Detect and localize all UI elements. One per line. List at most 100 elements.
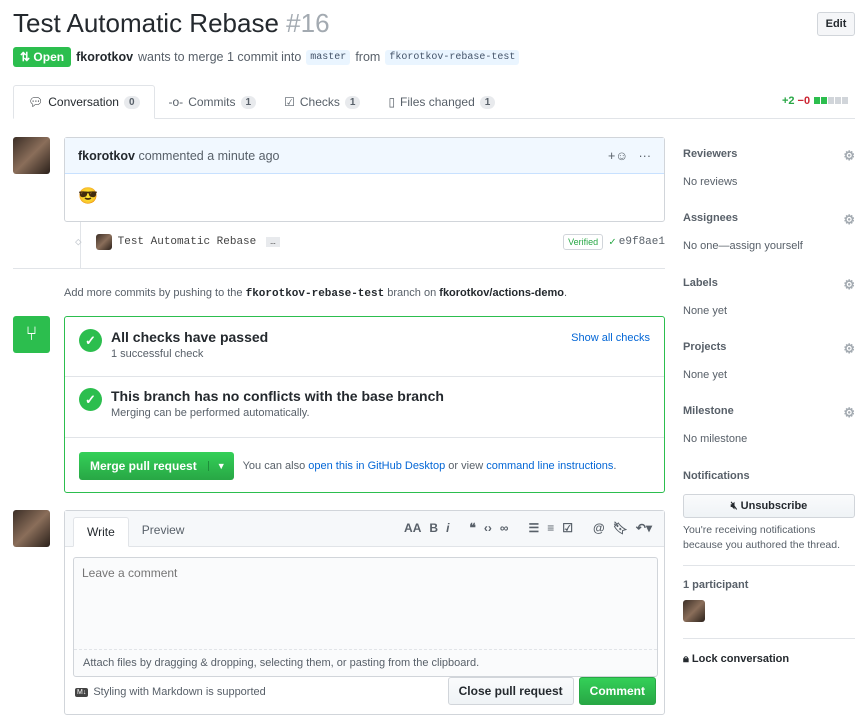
- labels-title[interactable]: Labels: [683, 277, 718, 293]
- author-link[interactable]: fkorotkov: [76, 50, 133, 64]
- pr-open-icon: ⇅: [20, 50, 31, 64]
- branch-name: fkorotkov-rebase-test: [245, 288, 385, 300]
- assignees-title[interactable]: Assignees: [683, 212, 738, 228]
- expand-commit-button[interactable]: …: [266, 237, 280, 247]
- sidebar-labels: Labels ⚙ None yet: [683, 277, 855, 317]
- file-diff-icon: ▯: [388, 95, 396, 109]
- unordered-list-icon[interactable]: ☰: [528, 521, 539, 535]
- quote-icon[interactable]: ❝: [469, 521, 475, 535]
- attach-files-hint[interactable]: Attach files by dragging & dropping, sel…: [74, 653, 657, 673]
- diffstat-bar: [813, 95, 849, 107]
- markdown-icon: M↓: [75, 687, 89, 697]
- divider: [13, 268, 665, 269]
- header-icon[interactable]: AA: [404, 521, 421, 535]
- tab-count: 1: [344, 95, 361, 109]
- base-branch[interactable]: master: [306, 49, 351, 65]
- merge-alternatives: You can also open this in GitHub Desktop…: [242, 460, 617, 472]
- comment-icon: 💬︎: [28, 95, 44, 109]
- notifications-reason: You're receiving notifications because y…: [683, 524, 841, 551]
- conflicts-title: This branch has no conflicts with the ba…: [111, 388, 444, 404]
- add-reaction-icon[interactable]: +☺: [608, 149, 628, 163]
- pr-tabs: 💬︎ Conversation 0 -o- Commits 1 ☑ Checks 1 ▯ Fi…: [13, 85, 855, 119]
- close-pull-request-button[interactable]: Close pull request: [447, 677, 574, 705]
- page-title: Test Automatic Rebase #16: [13, 8, 330, 39]
- comment-editor: Write Preview AA Bi ❝ ‹› ∞ ☰ ≡ ☑ @ 🔖︎ ↶▾ Attach…: [64, 510, 665, 715]
- sidebar-participants: 1 participant: [683, 579, 855, 622]
- open-desktop-link[interactable]: open this in GitHub Desktop: [308, 460, 445, 472]
- commit-message[interactable]: Test Automatic Rebase: [118, 236, 257, 248]
- head-branch[interactable]: fkorotkov-rebase-test: [385, 49, 520, 65]
- gear-icon[interactable]: ⚙: [843, 212, 855, 228]
- bold-icon[interactable]: B: [429, 521, 438, 535]
- add-more-commits-text: Add more commits by pushing to the fkoro…: [64, 287, 568, 300]
- link-icon[interactable]: ∞: [500, 521, 509, 535]
- command-line-link[interactable]: command line instructions: [486, 460, 613, 472]
- commit-row: ◇ Test Automatic Rebase … Verified ✓ e9f…: [75, 234, 665, 250]
- lock-conversation-link[interactable]: 🔒︎ Lock conversation: [683, 653, 855, 666]
- bookmark-icon[interactable]: 🔖︎: [613, 521, 628, 535]
- lock-label: Lock conversation: [691, 653, 790, 665]
- italic-icon[interactable]: i: [446, 521, 449, 535]
- tab-label: Checks: [299, 95, 340, 109]
- tab-preview[interactable]: Preview: [129, 516, 198, 546]
- checks-subtitle: 1 successful check: [111, 348, 204, 360]
- pr-meta: ⇅ Open fkorotkov wants to merge 1 commit…: [13, 47, 520, 67]
- show-all-checks-link[interactable]: Show all checks: [571, 332, 650, 344]
- participants-title: 1 participant: [683, 579, 749, 591]
- sidebar-milestone: Milestone ⚙ No milestone: [683, 405, 855, 445]
- milestone-value: No milestone: [683, 433, 748, 445]
- commit-avatar[interactable]: [95, 234, 112, 250]
- markdown-link[interactable]: Styling with Markdown is supported: [93, 686, 265, 698]
- tab-files-changed[interactable]: ▯ Files changed 1: [374, 85, 509, 119]
- comment-timestamp: commented a minute ago: [138, 148, 280, 163]
- comment-button[interactable]: Comment: [578, 677, 656, 705]
- gear-icon[interactable]: ⚙: [843, 277, 855, 293]
- edit-button[interactable]: Edit: [817, 12, 855, 36]
- sidebar-projects: Projects ⚙ None yet: [683, 341, 855, 381]
- git-merge-icon: ⑂: [13, 316, 50, 353]
- more-options-icon[interactable]: ···: [639, 149, 652, 163]
- assignees-value[interactable]: No one—assign yourself: [683, 240, 855, 252]
- check-circle-icon: ✓: [79, 388, 102, 411]
- checks-title: All checks have passed: [111, 329, 269, 345]
- conflicts-subtitle: Merging can be performed automatically.: [111, 407, 310, 419]
- tab-label: Conversation: [48, 95, 119, 109]
- unsubscribe-button[interactable]: 🔇︎ Unsubscribe: [683, 494, 855, 518]
- ordered-list-icon[interactable]: ≡: [547, 521, 554, 535]
- commit-icon: -o-: [168, 95, 184, 109]
- tab-conversation[interactable]: 💬︎ Conversation 0: [13, 85, 155, 119]
- markdown-toolbar: AA Bi ❝ ‹› ∞ ☰ ≡ ☑ @ 🔖︎ ↶▾: [404, 521, 652, 535]
- task-list-icon[interactable]: ☑: [562, 521, 573, 535]
- divider: [683, 565, 855, 566]
- gear-icon[interactable]: ⚙: [843, 148, 855, 164]
- merge-pull-request-button[interactable]: Merge pull request: [79, 459, 208, 473]
- tab-count: 0: [123, 95, 140, 109]
- mention-icon[interactable]: @: [593, 521, 605, 535]
- comment-input[interactable]: [74, 558, 657, 650]
- reviewers-title[interactable]: Reviewers: [683, 148, 737, 164]
- comment-author[interactable]: fkorotkov: [78, 149, 135, 163]
- tab-write[interactable]: Write: [73, 517, 129, 547]
- code-icon[interactable]: ‹›: [484, 521, 492, 535]
- participant-avatar[interactable]: [683, 600, 705, 622]
- sidebar-notifications: Notifications 🔇︎ Unsubscribe You're rece…: [683, 470, 855, 553]
- tab-count: 1: [479, 95, 496, 109]
- tab-checks[interactable]: ☑ Checks 1: [270, 85, 374, 119]
- avatar[interactable]: [13, 137, 50, 174]
- gear-icon[interactable]: ⚙: [843, 405, 855, 421]
- merge-options-dropdown-icon[interactable]: ▼: [207, 461, 234, 471]
- verified-badge[interactable]: Verified: [563, 234, 604, 250]
- tab-count: 1: [240, 95, 257, 109]
- status-label: Open: [33, 50, 65, 64]
- projects-title[interactable]: Projects: [683, 341, 726, 357]
- notifications-title: Notifications: [683, 470, 750, 482]
- commit-sha[interactable]: e9f8ae1: [619, 236, 665, 248]
- tab-commits[interactable]: -o- Commits 1: [155, 85, 271, 119]
- pr-number: #16: [286, 8, 330, 38]
- milestone-title[interactable]: Milestone: [683, 405, 734, 421]
- additions: +2: [782, 95, 795, 107]
- gear-icon[interactable]: ⚙: [843, 341, 855, 357]
- commit-icon: ◇: [75, 237, 82, 249]
- deletions: −0: [797, 95, 811, 107]
- reply-icon[interactable]: ↶▾: [636, 521, 652, 535]
